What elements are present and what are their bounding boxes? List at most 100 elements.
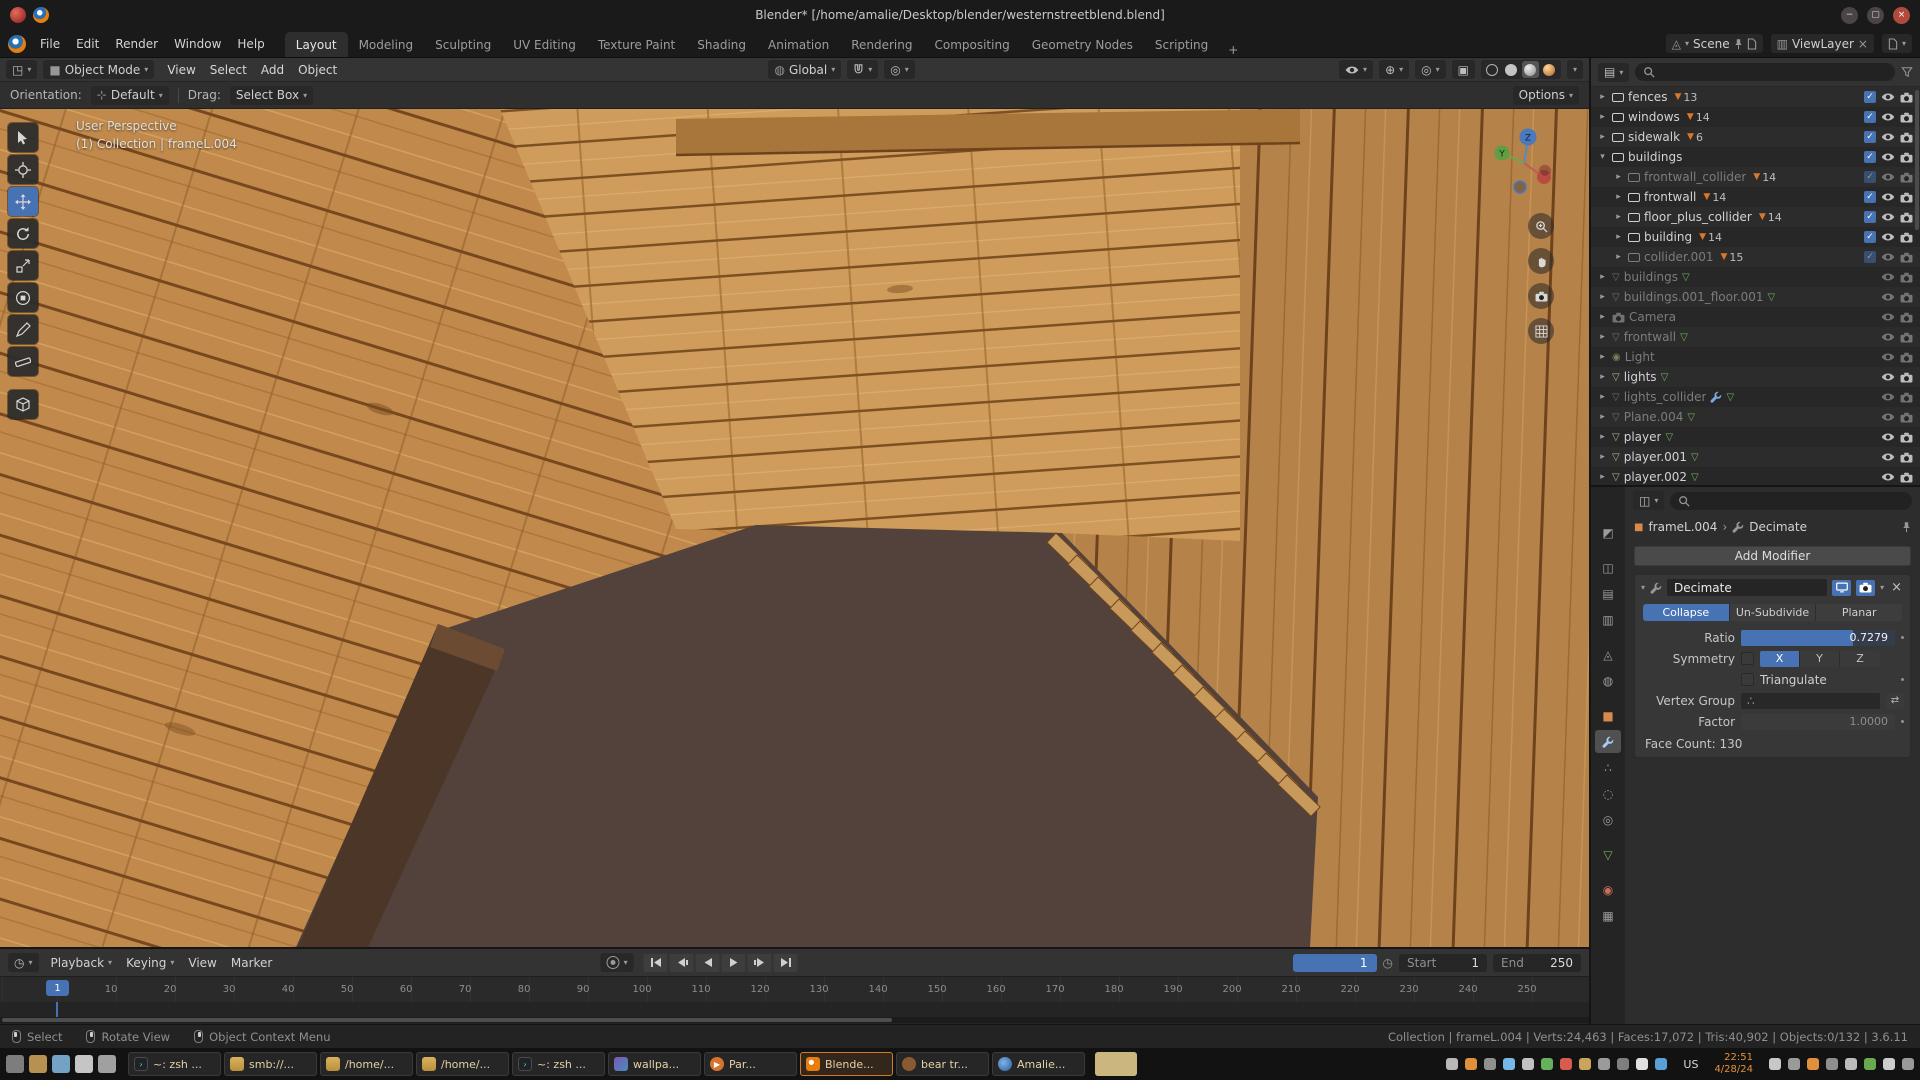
tray-icon[interactable] — [1465, 1058, 1477, 1070]
tool-measure[interactable] — [8, 347, 38, 376]
properties-tab-material[interactable]: ◉ — [1595, 878, 1621, 901]
tray-icon[interactable] — [1807, 1058, 1819, 1070]
task-window-smb[interactable]: smb://... — [224, 1052, 317, 1076]
disable-in-render-toggle[interactable] — [1900, 112, 1913, 123]
menu-window[interactable]: Window — [166, 37, 229, 51]
disable-in-render-toggle[interactable] — [1900, 152, 1913, 163]
properties-tab-object[interactable]: ■ — [1595, 704, 1621, 727]
scene-selector[interactable]: ◬ ▾ Scene — [1666, 34, 1763, 53]
viewport-canvas[interactable]: User Perspective (1) Collection | frameL… — [0, 109, 1589, 947]
hide-in-viewport-toggle[interactable] — [1881, 352, 1895, 362]
pin-icon[interactable] — [1902, 521, 1911, 533]
menu-help[interactable]: Help — [229, 37, 272, 51]
properties-editor-type-button[interactable]: ◫ ▾ — [1633, 491, 1664, 510]
disable-in-render-toggle[interactable] — [1900, 432, 1913, 443]
disable-in-render-toggle[interactable] — [1900, 92, 1913, 103]
shading-material-preview[interactable] — [1522, 61, 1539, 78]
tool-annotate[interactable] — [8, 315, 38, 344]
properties-tab-modifiers[interactable] — [1595, 730, 1621, 753]
viewport-menu-object[interactable]: Object — [291, 63, 344, 77]
task-window-bear-tr[interactable]: bear tr... — [896, 1052, 989, 1076]
outliner-item-light[interactable]: ▸◉Light — [1591, 347, 1920, 367]
collection-enable-checkbox[interactable]: ✓ — [1864, 231, 1876, 243]
disable-in-render-toggle[interactable] — [1900, 352, 1913, 363]
hide-in-viewport-toggle[interactable] — [1881, 412, 1895, 422]
properties-tab-scene[interactable]: ◬ — [1595, 643, 1621, 666]
expand-icon[interactable]: ▸ — [1597, 452, 1608, 462]
zoom-button[interactable] — [1528, 213, 1554, 239]
properties-tab-view-layer[interactable]: ▥ — [1595, 608, 1621, 631]
expand-icon[interactable]: ▸ — [1613, 172, 1624, 182]
minimize-button[interactable]: − — [1841, 7, 1858, 24]
close-button[interactable]: × — [1893, 7, 1910, 24]
outliner-item-windows[interactable]: ▸windows▼14✓ — [1591, 107, 1920, 127]
collection-enable-checkbox[interactable]: ✓ — [1864, 251, 1876, 263]
orientation-setting-dropdown[interactable]: ⊹ Default ▾ — [91, 86, 169, 105]
viewport-menu-add[interactable]: Add — [254, 63, 291, 77]
show-in-render-toggle[interactable] — [1856, 580, 1875, 596]
outliner-item-buildings-001-floor-001[interactable]: ▸▽buildings.001_floor.001▽ — [1591, 287, 1920, 307]
filter-icon[interactable] — [1901, 66, 1913, 78]
disable-in-render-toggle[interactable] — [1900, 312, 1913, 323]
play-reverse-button[interactable] — [696, 954, 720, 972]
remove-modifier-button[interactable]: × — [1889, 580, 1904, 595]
previous-keyframe-button[interactable] — [670, 954, 694, 972]
tray-icon[interactable] — [1636, 1058, 1648, 1070]
shading-rendered[interactable] — [1541, 61, 1558, 78]
properties-tab-render[interactable]: ◫ — [1595, 556, 1621, 579]
hide-in-viewport-toggle[interactable] — [1881, 92, 1895, 102]
add-modifier-button[interactable]: Add Modifier — [1634, 546, 1911, 566]
disable-in-render-toggle[interactable] — [1900, 372, 1913, 383]
expand-icon[interactable]: ▸ — [1613, 192, 1624, 202]
viewport-menu-select[interactable]: Select — [203, 63, 254, 77]
viewlayer-selector[interactable]: ▥ ViewLayer × — [1771, 34, 1874, 53]
timeline-menu-keying[interactable]: Keying▾ — [119, 956, 181, 970]
disable-in-render-toggle[interactable] — [1900, 252, 1913, 263]
workspace-tab-texture-paint[interactable]: Texture Paint — [587, 32, 686, 57]
expand-icon[interactable]: ▸ — [1597, 332, 1608, 342]
breadcrumb-object[interactable]: frameL.004 — [1648, 520, 1717, 534]
workspace-add-button[interactable]: + — [1219, 43, 1247, 57]
new-scene-icon[interactable] — [1747, 38, 1757, 50]
disable-in-render-toggle[interactable] — [1900, 452, 1913, 463]
keyboard-layout-indicator[interactable]: US — [1683, 1058, 1698, 1071]
task-window-zsh[interactable]: ›~: zsh ... — [128, 1052, 221, 1076]
task-window-par[interactable]: ▶Par... — [704, 1052, 797, 1076]
invert-vertex-group-button[interactable]: ⇄ — [1886, 693, 1904, 709]
expand-icon[interactable]: ▸ — [1597, 352, 1608, 362]
tray-icon[interactable] — [1484, 1058, 1496, 1070]
properties-tab-tool[interactable]: ◩ — [1595, 521, 1621, 544]
workspace-tab-geometry-nodes[interactable]: Geometry Nodes — [1021, 32, 1144, 57]
menu-file[interactable]: File — [32, 37, 68, 51]
extras-dropdown[interactable]: ▾ — [1882, 34, 1912, 53]
viewport-menu-view[interactable]: View — [160, 63, 202, 77]
modifier-name-field[interactable]: Decimate — [1667, 579, 1827, 596]
properties-tab-physics[interactable]: ◌ — [1595, 782, 1621, 805]
collapse-icon[interactable]: ▾ — [1641, 583, 1645, 592]
outliner-item-plane-004[interactable]: ▸▽Plane.004▽ — [1591, 407, 1920, 427]
expand-icon[interactable]: ▸ — [1597, 392, 1608, 402]
collection-enable-checkbox[interactable]: ✓ — [1864, 111, 1876, 123]
timeline-tracks[interactable] — [0, 1002, 1589, 1024]
auto-keying-toggle[interactable]: ▾ — [601, 953, 634, 972]
expand-icon[interactable]: ▸ — [1613, 252, 1624, 262]
tray-icon[interactable] — [1503, 1058, 1515, 1070]
mode-selector[interactable]: ■ Object Mode ▾ — [43, 60, 154, 79]
animate-dot-icon[interactable] — [1901, 678, 1904, 681]
overlays-dropdown[interactable]: ◎ ▾ — [1415, 60, 1446, 79]
disable-in-render-toggle[interactable] — [1900, 212, 1913, 223]
hide-in-viewport-toggle[interactable] — [1881, 192, 1895, 202]
3d-scene[interactable] — [0, 109, 1589, 947]
expand-icon[interactable]: ▸ — [1597, 272, 1608, 282]
disable-in-render-toggle[interactable] — [1900, 172, 1913, 183]
current-frame-field[interactable]: 1 — [1293, 954, 1377, 972]
tool-transform[interactable] — [8, 283, 38, 312]
tool-add-cube[interactable] — [8, 390, 38, 419]
properties-tab-world[interactable]: ◍ — [1595, 669, 1621, 692]
expand-icon[interactable]: ▸ — [1597, 132, 1608, 142]
tray-icon[interactable] — [1617, 1058, 1629, 1070]
outliner-item-player-001[interactable]: ▸▽player.001▽ — [1591, 447, 1920, 467]
hide-in-viewport-toggle[interactable] — [1881, 172, 1895, 182]
disable-in-render-toggle[interactable] — [1900, 292, 1913, 303]
workspace-tab-shading[interactable]: Shading — [686, 32, 757, 57]
